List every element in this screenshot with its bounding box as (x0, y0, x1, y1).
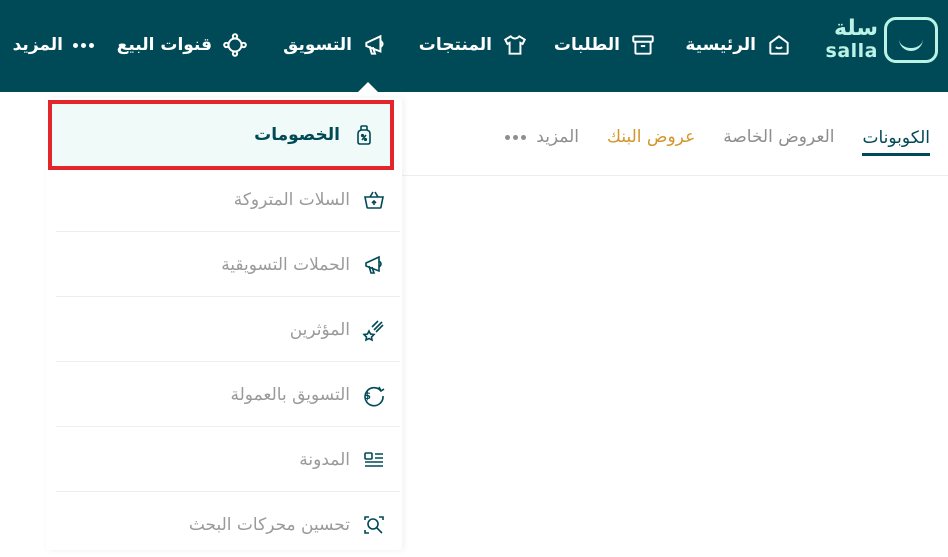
nav-item-label: المنتجات (418, 35, 492, 55)
affiliate-coin-icon: $ (364, 386, 385, 406)
menu-item-blog[interactable]: المدونة (56, 428, 400, 492)
abandoned-basket-icon (364, 191, 384, 209)
nav-item-label: الطلبات (553, 35, 620, 55)
marketing-tabs: الكوبونات العروض الخاصة عروض البنك المزي… (505, 110, 930, 160)
tab-more[interactable]: المزيد (505, 110, 579, 152)
menu-item-discounts[interactable]: الخصومات (48, 100, 394, 170)
tab-coupons[interactable]: الكوبونات (862, 110, 930, 156)
marketing-dropdown-menu: الخصومات السلات المتروكة الحملات التسويق… (46, 98, 402, 550)
tab-bank-offers[interactable]: عروض البنك (607, 110, 695, 152)
nav-item-sales-channels[interactable]: قنوات البيع (117, 30, 248, 60)
megaphone-icon (365, 34, 384, 55)
nav-item-orders[interactable]: الطلبات (554, 30, 656, 60)
nav-item-marketing[interactable]: التسويق (283, 30, 388, 60)
menu-item-affiliate-marketing[interactable]: $ التسويق بالعمولة (56, 363, 400, 427)
menu-item-seo[interactable]: تحسين محركات البحث (56, 493, 400, 557)
menu-item-label: الخصومات (254, 125, 340, 145)
nav-item-label: قنوات البيع (116, 35, 212, 55)
tabs-divider (402, 175, 948, 176)
top-navigation-bar: سلة salla الرئيسية الطلبات المنتجات التس… (0, 0, 948, 92)
menu-item-label: المدونة (299, 449, 350, 470)
menu-item-label: السلات المتروكة (233, 189, 350, 210)
logo-text-ar: سلة (834, 16, 878, 41)
menu-item-abandoned-carts[interactable]: السلات المتروكة (56, 168, 400, 232)
home-icon (769, 35, 789, 55)
menu-item-label: الحملات التسويقية (221, 254, 350, 275)
nav-item-products[interactable]: المنتجات (419, 30, 528, 60)
menu-item-label: التسويق بالعمولة (230, 384, 351, 405)
seo-search-icon (364, 516, 384, 534)
salla-logo[interactable]: سلة salla (826, 17, 938, 67)
blog-icon (364, 451, 383, 467)
nav-item-label: الرئيسية (685, 35, 756, 55)
channels-icon (223, 33, 247, 57)
shirt-icon (503, 35, 527, 55)
tab-label: عروض البنك (607, 127, 696, 147)
tab-special-offers[interactable]: العروض الخاصة (723, 110, 834, 152)
menu-item-label: المؤثرين (289, 319, 350, 340)
logo-text-en: salla (825, 40, 878, 62)
more-dots-icon (505, 134, 527, 140)
campaign-megaphone-icon (365, 255, 382, 274)
active-nav-indicator (358, 82, 378, 92)
nav-item-label: التسويق (283, 35, 352, 55)
menu-item-label: تحسين محركات البحث (188, 515, 350, 535)
tab-label: العروض الخاصة (723, 127, 835, 147)
tab-label: الكوبونات (862, 127, 930, 148)
orders-box-icon (632, 35, 654, 55)
more-dots-icon (73, 42, 94, 48)
nav-item-home[interactable]: الرئيسية (685, 30, 792, 60)
menu-item-influencers[interactable]: المؤثرين (56, 298, 400, 362)
discount-tag-icon (357, 125, 371, 145)
nav-item-more[interactable]: المزيد (13, 30, 94, 60)
salla-logo-icon (884, 17, 938, 63)
svg-text:$: $ (364, 391, 371, 402)
tab-label: المزيد (536, 127, 580, 147)
influencer-star-icon (362, 319, 384, 341)
nav-item-label: المزيد (12, 35, 63, 55)
menu-item-marketing-campaigns[interactable]: الحملات التسويقية (56, 233, 400, 297)
